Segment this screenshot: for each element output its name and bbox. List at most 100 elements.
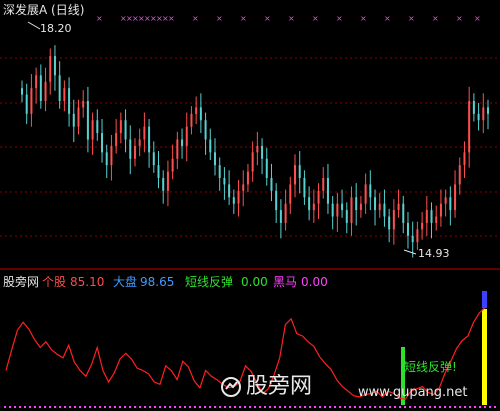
- candle-body: [468, 101, 471, 153]
- bottom-marker: [304, 406, 306, 408]
- indicator-marker-row: [4, 406, 496, 408]
- candle-body: [421, 222, 424, 230]
- low-point-arrow: [403, 249, 417, 255]
- legend-index-value: 98.65: [140, 275, 175, 289]
- candle-body: [124, 120, 127, 140]
- candle-body: [82, 101, 85, 108]
- candle-body: [477, 113, 480, 121]
- candle-body: [294, 165, 297, 185]
- candle-body: [487, 107, 489, 114]
- bottom-marker: [84, 406, 86, 408]
- legend-stock-value: 85.10: [70, 275, 105, 289]
- candle-body: [312, 203, 315, 211]
- candle-body: [105, 152, 108, 166]
- signal-marker: ×: [96, 14, 103, 23]
- bottom-marker: [439, 406, 441, 408]
- bottom-marker: [214, 406, 216, 408]
- candle-body: [68, 88, 71, 114]
- candle-body: [388, 216, 391, 230]
- bottom-marker: [239, 406, 241, 408]
- bottom-marker: [349, 406, 351, 408]
- signal-marker: ×: [216, 14, 223, 23]
- bottom-marker: [194, 406, 196, 408]
- bottom-marker: [204, 406, 206, 408]
- bottom-marker: [79, 406, 81, 408]
- candle-body: [237, 190, 240, 204]
- candle-body: [133, 145, 136, 159]
- candle-body: [303, 178, 306, 198]
- bottom-marker: [399, 406, 401, 408]
- candle-body: [279, 210, 282, 223]
- candle-body: [482, 107, 485, 121]
- candle-body: [458, 165, 461, 185]
- signal-marker-row: × × × × × × × × × × × × × × × × × × × × × × ×: [96, 14, 481, 23]
- candle-body: [30, 88, 33, 114]
- candle-body: [171, 158, 174, 172]
- bottom-marker: [389, 406, 391, 408]
- candle-body: [181, 139, 184, 146]
- price-grid: [0, 57, 500, 237]
- candle-body: [115, 133, 118, 146]
- bottom-marker: [464, 406, 466, 408]
- signal-marker: ×: [168, 14, 175, 23]
- candle-body: [416, 229, 419, 243]
- candle-body: [166, 171, 169, 191]
- candle-body: [355, 197, 358, 211]
- bottom-marker: [394, 406, 396, 408]
- candle-body: [430, 210, 433, 223]
- candle-body: [251, 152, 254, 172]
- candle-body: [228, 184, 231, 198]
- legend-dark-horse-value: 0.00: [301, 275, 328, 289]
- candle-body: [425, 210, 428, 223]
- signal-marker: ×: [288, 14, 295, 23]
- bottom-marker: [109, 406, 111, 408]
- candle-body: [91, 120, 94, 140]
- bottom-marker: [29, 406, 31, 408]
- indicator-name: 股旁网: [3, 275, 40, 289]
- candle-body: [322, 178, 325, 191]
- candle-body: [444, 197, 447, 204]
- candle-body: [209, 139, 212, 153]
- candle-body: [369, 184, 372, 198]
- candle-body: [232, 197, 235, 204]
- signal-marker: ×: [240, 14, 247, 23]
- candle-body: [246, 171, 249, 185]
- bottom-marker: [59, 406, 61, 408]
- bottom-marker: [9, 406, 11, 408]
- bottom-marker: [344, 406, 346, 408]
- bottom-marker: [384, 406, 386, 408]
- bottom-marker: [74, 406, 76, 408]
- candle-body: [454, 184, 457, 211]
- bottom-marker: [324, 406, 326, 408]
- signal-marker: ×: [474, 14, 481, 23]
- bottom-marker: [444, 406, 446, 408]
- high-point-arrow: [27, 21, 41, 30]
- legend-reversal-value: 0.00: [241, 275, 268, 289]
- bottom-marker: [314, 406, 316, 408]
- bottom-marker: [199, 406, 201, 408]
- bottom-marker: [409, 406, 411, 408]
- bottom-marker: [24, 406, 26, 408]
- chart-canvas: × × × × × × × × × × × × × × × × × × × × × × ×: [0, 14, 500, 408]
- candle-body: [44, 81, 47, 101]
- extreme-point-arrows: [27, 21, 417, 255]
- candle-body: [157, 165, 160, 178]
- bottom-marker: [414, 406, 416, 408]
- bottom-marker: [359, 406, 361, 408]
- bottom-marker: [209, 406, 211, 408]
- candle-body: [439, 203, 442, 217]
- candle-body: [317, 190, 320, 204]
- bottom-marker: [119, 406, 121, 408]
- candle-body: [463, 152, 466, 166]
- price-panel-title: 深发展A (日线): [3, 3, 85, 17]
- candle-body: [138, 139, 141, 146]
- candle-body: [110, 145, 113, 166]
- candle-body: [341, 203, 344, 211]
- candle-body: [21, 88, 23, 95]
- candle-body: [406, 222, 409, 236]
- bottom-marker: [39, 406, 41, 408]
- bottom-marker: [339, 406, 341, 408]
- bottom-marker: [124, 406, 126, 408]
- bottom-marker: [454, 406, 456, 408]
- bottom-marker: [294, 406, 296, 408]
